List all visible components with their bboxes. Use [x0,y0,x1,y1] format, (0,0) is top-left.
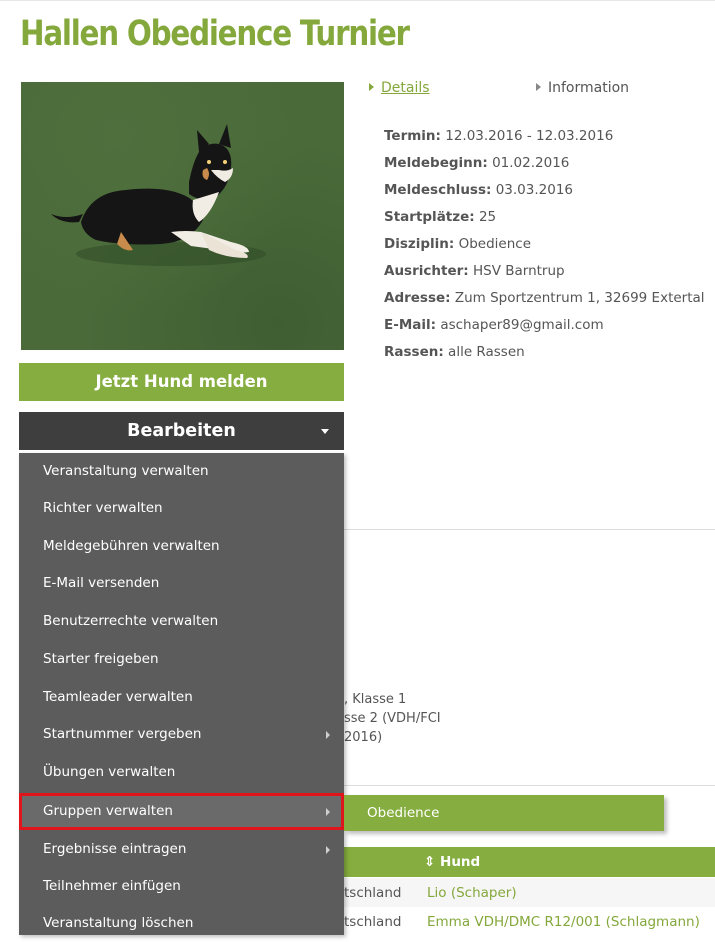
detail-row: Rassen: alle Rassen [384,344,525,360]
submenu-arrow-icon [326,846,330,854]
edit-dropdown-menu: Veranstaltung verwalten Richter verwalte… [19,453,344,935]
detail-row: Termin: 12.03.2016 - 12.03.2016 [384,128,614,144]
register-dog-button[interactable]: Jetzt Hund melden [19,363,344,401]
class-info-text: sse 2 (VDH/FCI [344,711,441,726]
edit-dropdown-label: Bearbeiten [127,421,236,441]
dog-link[interactable]: Emma VDH/DMC R12/001 (Schlagmann) [427,914,700,930]
menu-item-veranstaltung-verwalten[interactable]: Veranstaltung verwalten [19,453,344,490]
dog-on-grass-image [51,124,266,266]
tab-information[interactable]: Information [536,80,629,96]
menu-item-uebungen-verwalten[interactable]: Übungen verwalten [19,754,344,791]
class-info-text: 2016) [344,730,383,745]
menu-item-veranstaltung-loeschen[interactable]: Veranstaltung löschen [19,905,344,942]
detail-row: E-Mail: aschaper89@gmail.com [384,317,604,333]
menu-item-gruppen-verwalten[interactable]: Gruppen verwalten [19,793,344,830]
submenu-item-obedience[interactable]: Obedience [344,795,664,831]
sort-icon: ⇕ [424,854,436,870]
menu-item-teilnehmer-einfuegen[interactable]: Teilnehmer einfügen [19,868,344,905]
menu-item-richter-verwalten[interactable]: Richter verwalten [19,490,344,527]
caret-down-icon [321,429,329,434]
top-divider [0,0,715,1]
detail-row: Disziplin: Obedience [384,236,532,252]
triangle-right-icon [369,83,374,91]
tab-details[interactable]: Details [369,80,430,96]
menu-item-teamleader-verwalten[interactable]: Teamleader verwalten [19,679,344,716]
page-title: Hallen Obedience Turnier [20,14,410,54]
menu-item-startnummer-vergeben[interactable]: Startnummer vergeben [19,716,344,753]
column-header-hund[interactable]: ⇕ Hund [424,854,480,870]
submenu-arrow-icon [326,731,330,739]
menu-item-benutzerrechte-verwalten[interactable]: Benutzerrechte verwalten [19,603,344,640]
triangle-right-icon [536,83,541,91]
section-divider [344,529,715,530]
submenu-arrow-icon [326,808,330,816]
detail-row: Adresse: Zum Sportzentrum 1, 32699 Exter… [384,290,705,306]
detail-row: Ausrichter: HSV Barntrup [384,263,565,279]
menu-item-email-versenden[interactable]: E-Mail versenden [19,565,344,602]
menu-item-starter-freigeben[interactable]: Starter freigeben [19,641,344,678]
class-info-text: , Klasse 1 [344,692,407,707]
menu-item-meldegebuehren-verwalten[interactable]: Meldegebühren verwalten [19,528,344,565]
event-details: Termin: 12.03.2016 - 12.03.2016 Meldebeg… [384,128,705,371]
event-photo [21,82,344,350]
detail-row: Meldeschluss: 03.03.2016 [384,182,573,198]
dog-link[interactable]: Lio (Schaper) [427,885,517,901]
section-divider [344,785,715,786]
edit-dropdown-button[interactable]: Bearbeiten [19,412,344,450]
menu-item-ergebnisse-eintragen[interactable]: Ergebnisse eintragen [19,831,344,868]
detail-row: Meldebeginn: 01.02.2016 [384,155,570,171]
detail-row: Startplätze: 25 [384,209,497,225]
